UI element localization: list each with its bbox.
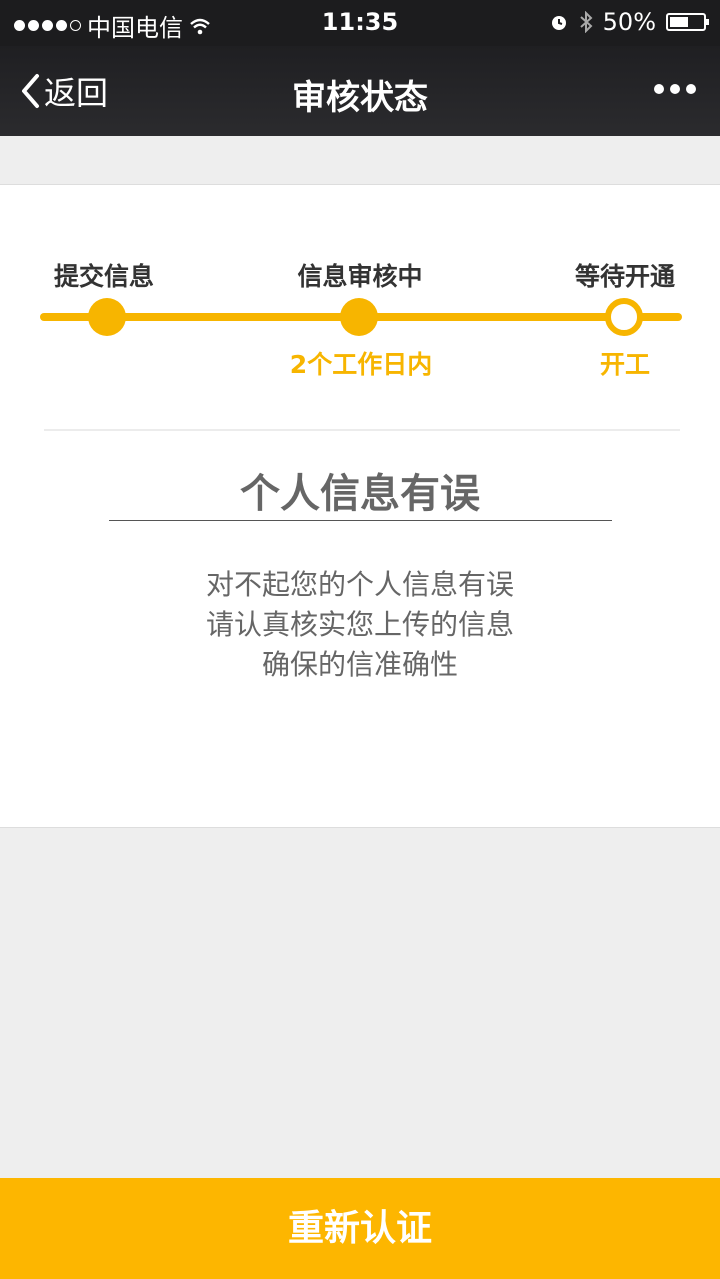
status-bar: 中国电信 11:35 50% [0,0,720,46]
page-title: 审核状态 [292,78,428,118]
step-sub-waiting: 开工 [599,350,650,379]
battery-percent: 50% [602,8,656,36]
step-sub-review: 2个工作日内 [289,350,433,379]
bluetooth-icon [579,11,593,33]
system-status: 50% [549,8,709,36]
step-label-submit: 提交信息 [53,262,154,291]
status-card: 提交信息 信息审核中 等待开通 2个工作日内 开工 个人信息有误 对不起您的个人… [0,184,720,828]
error-message-line: 对不起您的个人信息有误 [205,568,514,601]
step-node-waiting [605,298,643,336]
error-message-line: 请认真核实您上传的信息 [205,608,514,641]
reverify-button[interactable]: 重新认证 [0,1178,720,1279]
error-title: 个人信息有误 [240,471,480,517]
error-message-line: 确保的信准确性 [261,648,458,681]
step-node-submit [88,298,126,336]
more-menu-icon[interactable] [654,84,696,94]
step-node-review [340,298,378,336]
battery-icon [666,13,709,31]
step-label-review: 信息审核中 [297,262,423,291]
nav-bar: 返回 审核状态 [0,46,720,136]
alarm-icon [551,16,566,30]
divider [44,429,680,431]
title-underline [109,520,612,521]
step-label-waiting: 等待开通 [574,262,675,291]
